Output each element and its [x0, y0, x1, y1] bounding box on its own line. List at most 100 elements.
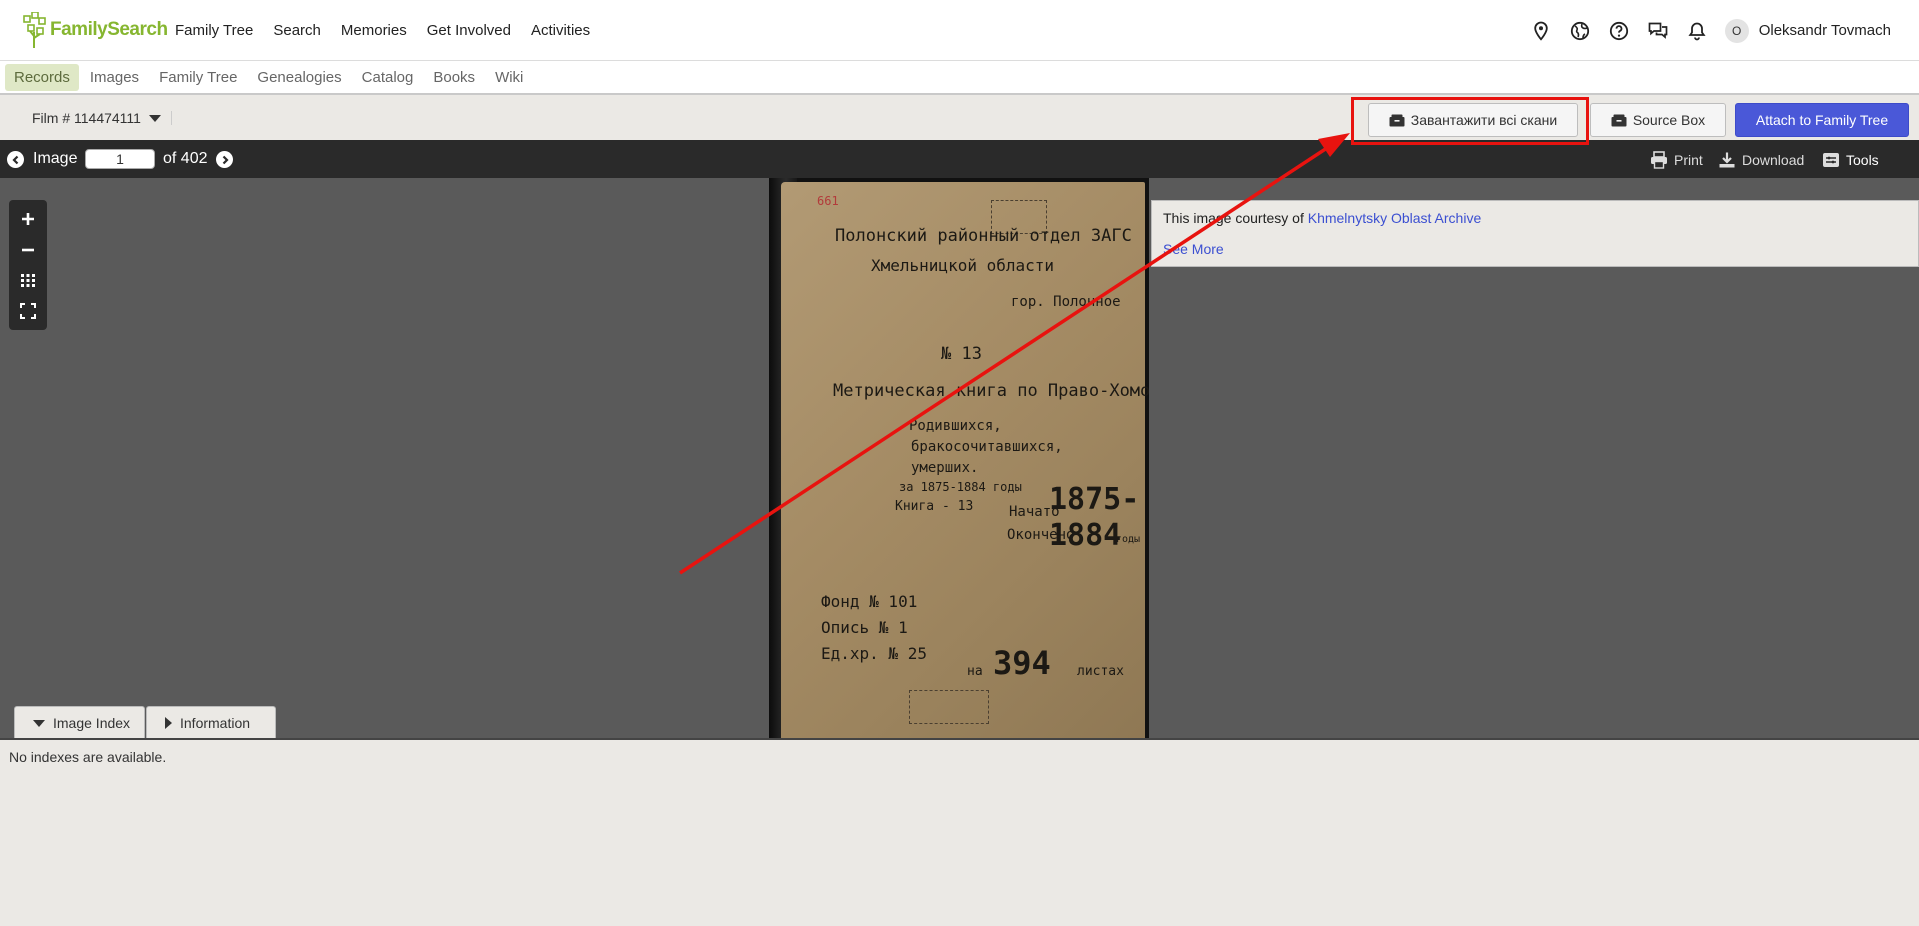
- document-text: Фонд № 101: [821, 592, 918, 611]
- download-label: Download: [1742, 152, 1805, 168]
- image-toolbar: Image of 402 Print Download Tools: [0, 140, 1919, 178]
- record-image: 661 Полонский районный отдел ЗАГС Хмельн…: [769, 178, 1149, 738]
- top-header: FamilySearch Family Tree Search Memories…: [0, 0, 1919, 61]
- tab-information-label: Information: [180, 715, 251, 731]
- logo-text: FamilySearch: [50, 19, 168, 40]
- bell-icon[interactable]: [1678, 0, 1717, 61]
- tab-image-index-label: Image Index: [53, 715, 131, 731]
- caret-right-icon: [165, 717, 172, 729]
- tools-button[interactable]: Tools: [1822, 151, 1879, 169]
- document-text: Книга - 13: [895, 499, 974, 514]
- archive-stamp-bottom: [909, 690, 989, 724]
- document-text: бракосочитавшихся,: [911, 439, 1063, 455]
- document-text: 1875-: [1049, 482, 1140, 517]
- courtesy-line: This image courtesy of Khmelnytsky Oblas…: [1163, 210, 1907, 226]
- no-indexes-message: No indexes are available.: [9, 749, 167, 765]
- tab-information[interactable]: Information: [146, 706, 276, 739]
- document-text: Ед.хр. № 25: [821, 644, 927, 663]
- subnav-family-tree[interactable]: Family Tree: [150, 64, 246, 91]
- subnav-books[interactable]: Books: [424, 64, 484, 91]
- document-text: листах: [1077, 664, 1124, 679]
- download-button[interactable]: Download: [1718, 151, 1804, 169]
- familysearch-logo[interactable]: FamilySearch: [22, 8, 168, 52]
- zoom-controls: [9, 200, 47, 330]
- image-viewer[interactable]: 661 Полонский районный отдел ЗАГС Хмельн…: [0, 178, 1919, 738]
- toolbox-icon: [1823, 153, 1839, 167]
- attach-to-family-tree-button[interactable]: Attach to Family Tree: [1735, 103, 1909, 137]
- document-text: 661: [817, 194, 839, 208]
- document-text: на: [967, 664, 983, 679]
- index-panel: No indexes are available.: [0, 738, 1919, 926]
- main-nav: Family Tree Search Memories Get Involved…: [175, 0, 590, 61]
- nav-activities[interactable]: Activities: [531, 22, 590, 39]
- subnav-genealogies[interactable]: Genealogies: [248, 64, 350, 91]
- source-box-icon: [1611, 114, 1627, 126]
- nav-family-tree[interactable]: Family Tree: [175, 22, 253, 39]
- archive-link[interactable]: Khmelnytsky Oblast Archive: [1308, 210, 1482, 226]
- user-name[interactable]: Oleksandr Tovmach: [1759, 22, 1891, 39]
- image-number-input[interactable]: [85, 149, 155, 169]
- courtesy-text: This image courtesy of: [1163, 210, 1304, 226]
- document-text: Хмельницкой области: [871, 256, 1055, 275]
- chevron-left-icon: [11, 155, 18, 164]
- zoom-out-button[interactable]: [16, 238, 40, 262]
- document-text: Опись № 1: [821, 618, 908, 637]
- document-text: 1884: [1049, 518, 1122, 553]
- printer-icon: [1651, 151, 1667, 169]
- document-text: гор. Полонное: [1011, 294, 1121, 310]
- location-pin-icon[interactable]: [1522, 0, 1561, 61]
- film-selector[interactable]: Film # 114474111: [32, 110, 172, 126]
- subnav-catalog[interactable]: Catalog: [353, 64, 423, 91]
- chevron-down-icon: [148, 114, 161, 122]
- nav-search[interactable]: Search: [273, 22, 321, 39]
- document-text: умерших.: [911, 460, 979, 476]
- see-more-link[interactable]: See More: [1163, 241, 1907, 257]
- book-cover: 661 Полонский районный отдел ЗАГС Хмельн…: [781, 182, 1149, 738]
- minus-icon: [22, 248, 34, 252]
- tab-image-index[interactable]: Image Index: [14, 706, 145, 739]
- tools-label: Tools: [1846, 152, 1879, 168]
- divider: [170, 111, 172, 125]
- next-image-button[interactable]: [216, 151, 233, 168]
- fullscreen-icon: [20, 302, 36, 319]
- fullscreen-button[interactable]: [16, 299, 40, 323]
- tree-logo-icon: [23, 12, 46, 48]
- image-label: Image: [33, 150, 78, 167]
- gallery-view-button[interactable]: [16, 268, 40, 292]
- sub-nav: Records Images Family Tree Genealogies C…: [0, 61, 1919, 95]
- caret-down-icon: [33, 719, 45, 727]
- print-label: Print: [1674, 152, 1703, 168]
- document-text: Метрическая книга по Право-Хоморное: [833, 381, 1149, 401]
- document-text: Родившихся,: [909, 418, 1002, 434]
- film-bar: Film # 114474111 Завантажити всі скани S…: [0, 95, 1919, 140]
- document-text: за 1875-1884 годы: [899, 480, 1022, 494]
- subnav-wiki[interactable]: Wiki: [486, 64, 532, 91]
- header-actions: O Oleksandr Tovmach: [1522, 0, 1919, 61]
- chat-icon[interactable]: [1639, 0, 1678, 61]
- source-box-label: Source Box: [1632, 112, 1706, 128]
- plus-icon: [22, 213, 34, 226]
- annotation-highlight-box: [1351, 97, 1589, 145]
- avatar[interactable]: O: [1724, 18, 1749, 43]
- image-count: of 402: [163, 150, 208, 167]
- nav-get-involved[interactable]: Get Involved: [427, 22, 511, 39]
- document-text: годы: [1116, 534, 1141, 545]
- help-icon[interactable]: [1600, 0, 1639, 61]
- nav-memories[interactable]: Memories: [341, 22, 407, 39]
- previous-image-button[interactable]: [7, 151, 24, 168]
- document-text: № 13: [941, 344, 982, 364]
- document-text: Полонский районный отдел ЗАГС: [835, 226, 1132, 246]
- source-box-button[interactable]: Source Box: [1590, 103, 1726, 137]
- globe-icon[interactable]: [1561, 0, 1600, 61]
- subnav-images[interactable]: Images: [81, 64, 148, 91]
- film-label: Film # 114474111: [32, 110, 141, 126]
- image-courtesy-panel: This image courtesy of Khmelnytsky Oblas…: [1151, 200, 1919, 267]
- download-icon: [1719, 152, 1735, 168]
- document-text: 394: [993, 644, 1051, 682]
- grid-icon: [21, 274, 35, 288]
- subnav-records[interactable]: Records: [5, 63, 79, 91]
- attach-label: Attach to Family Tree: [1755, 112, 1889, 128]
- chevron-right-icon: [222, 155, 229, 164]
- zoom-in-button[interactable]: [16, 207, 40, 231]
- print-button[interactable]: Print: [1650, 151, 1703, 169]
